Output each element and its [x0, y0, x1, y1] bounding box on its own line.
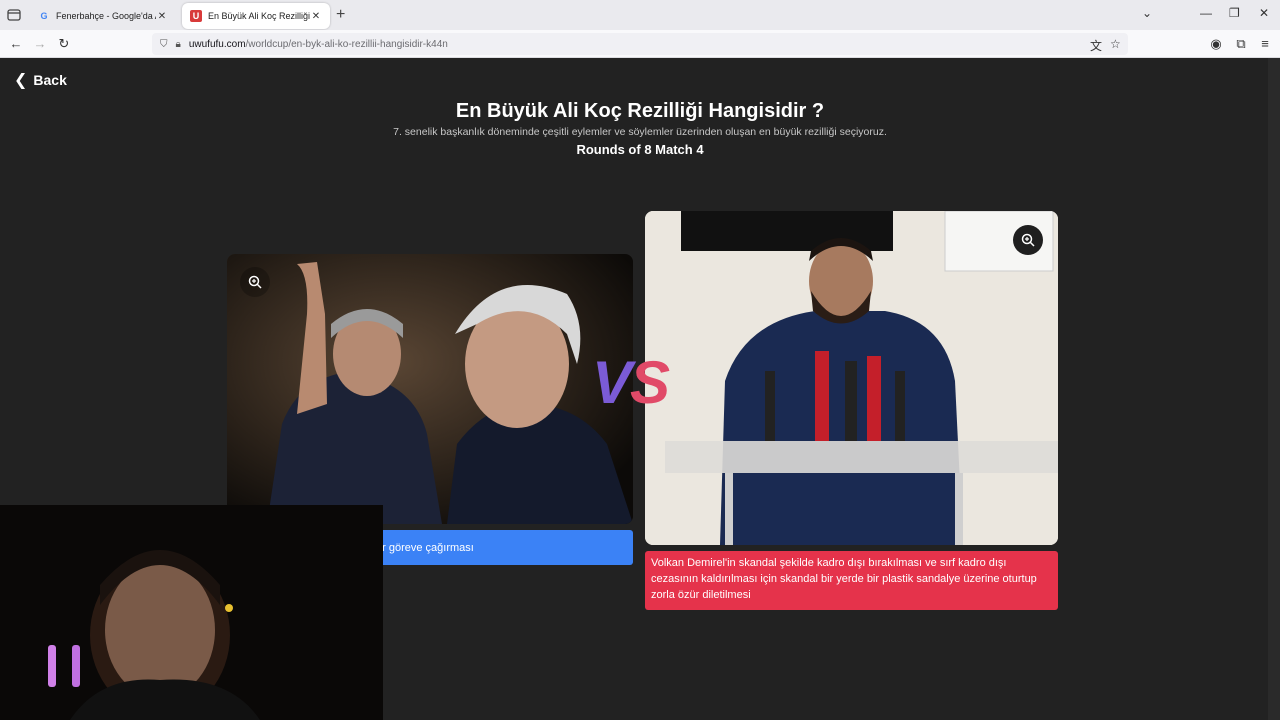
back-button[interactable]: ❮ Back [14, 70, 67, 90]
reload-icon[interactable]: ↻ [56, 36, 72, 52]
url-bar[interactable]: ⛉ 🔒︎ uwufufu.com/worldcup/en-byk-ali-ko-… [152, 33, 1128, 55]
menu-icon[interactable]: ≡ [1257, 36, 1273, 51]
window-close-icon[interactable]: ✕ [1259, 6, 1269, 20]
uwufufu-icon: U [190, 10, 202, 22]
nav-bar: ← → ↻ ⛉ 🔒︎ uwufufu.com/worldcup/en-byk-a… [0, 30, 1280, 58]
account-icon[interactable]: ◉ [1208, 36, 1224, 52]
forward-arrow-icon[interactable]: → [32, 36, 48, 51]
translate-icon[interactable]: 文 [1090, 37, 1102, 54]
scrollbar[interactable] [1268, 58, 1280, 720]
tab-title: En Büyük Ali Koç Rezilliği Hangi [208, 11, 310, 21]
bookmark-star-icon[interactable]: ☆ [1110, 37, 1121, 51]
left-option-image[interactable] [227, 254, 633, 524]
browser-chrome: G Fenerbahçe - Google'da Ara ✕ U En Büyü… [0, 0, 1280, 58]
tab-uwufufu[interactable]: U En Büyük Ali Koç Rezilliği Hangi ✕ [182, 3, 330, 29]
round-indicator: Rounds of 8 Match 4 [576, 142, 704, 157]
extensions-icon[interactable]: ⧉ [1233, 36, 1249, 52]
minimize-icon[interactable]: — [1200, 6, 1212, 20]
zoom-in-icon[interactable] [1013, 225, 1043, 255]
close-icon[interactable]: ✕ [310, 11, 322, 22]
lock-icon[interactable]: 🔒︎ [176, 39, 181, 50]
zoom-in-icon[interactable] [240, 267, 270, 297]
back-label: Back [33, 72, 67, 88]
restore-icon[interactable]: ❐ [1229, 6, 1240, 20]
tab-title: Fenerbahçe - Google'da Ara [56, 11, 156, 21]
shield-icon[interactable]: ⛉ [160, 39, 168, 50]
new-tab-icon[interactable]: + [336, 6, 345, 24]
chevron-down-icon[interactable]: ⌄ [1142, 6, 1152, 20]
close-icon[interactable]: ✕ [156, 11, 168, 22]
tab-strip: G Fenerbahçe - Google'da Ara ✕ U En Büyü… [0, 0, 1280, 30]
url-path: /worldcup/en-byk-ali-ko-rezillii-hangisi… [245, 38, 448, 50]
right-option-image[interactable] [645, 211, 1058, 545]
tab-google-search[interactable]: G Fenerbahçe - Google'da Ara ✕ [30, 3, 176, 29]
vs-logo: VS [592, 349, 670, 416]
webcam-feed [0, 505, 383, 720]
webcam-overlay [0, 505, 383, 720]
back-arrow-icon[interactable]: ← [8, 36, 24, 51]
page-subtitle: 7. senelik başkanlık döneminde çeşitli e… [393, 126, 887, 138]
chevron-left-icon: ❮ [14, 72, 28, 89]
right-option-label[interactable]: Volkan Demirel'in skandal şekilde kadro … [645, 551, 1058, 610]
page-title: En Büyük Ali Koç Rezilliği Hangisidir ? [455, 100, 825, 122]
tab-list-icon[interactable] [6, 7, 22, 23]
url-host: uwufufu.com [188, 38, 246, 50]
right-photo [645, 211, 1058, 545]
left-photo [227, 254, 633, 524]
google-icon: G [40, 11, 48, 21]
